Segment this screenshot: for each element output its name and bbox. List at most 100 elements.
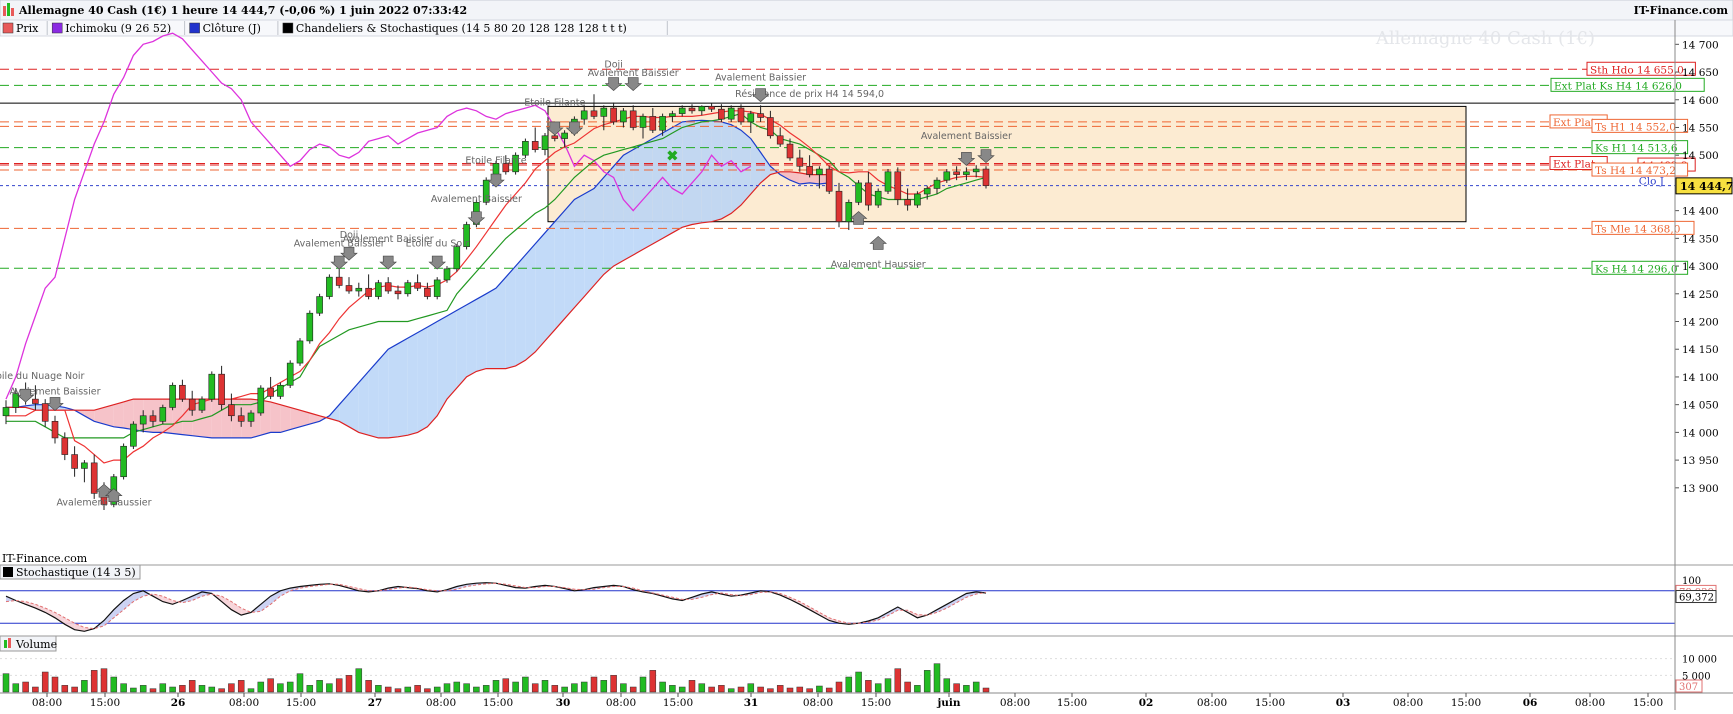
candle-body[interactable] bbox=[698, 106, 706, 112]
candle-body[interactable] bbox=[963, 171, 970, 175]
candle-body[interactable] bbox=[610, 107, 617, 123]
candle-body[interactable] bbox=[198, 398, 206, 411]
candle-body[interactable] bbox=[2, 407, 10, 417]
candle-body[interactable] bbox=[414, 282, 421, 289]
candle-body[interactable] bbox=[130, 423, 137, 447]
candle-body[interactable] bbox=[982, 168, 990, 186]
candle-body[interactable] bbox=[443, 268, 451, 281]
candle-body[interactable] bbox=[659, 116, 666, 131]
candle-body[interactable] bbox=[277, 384, 284, 397]
candle-body[interactable] bbox=[296, 340, 304, 364]
x-tick-label: 15:00 bbox=[286, 697, 316, 709]
candle-body[interactable] bbox=[208, 373, 216, 400]
candle-body[interactable] bbox=[580, 110, 588, 120]
candle-body[interactable] bbox=[688, 107, 696, 112]
candle-body[interactable] bbox=[541, 135, 549, 150]
candle-body[interactable] bbox=[914, 193, 921, 206]
candle-body[interactable] bbox=[953, 171, 960, 175]
candle-body[interactable] bbox=[855, 182, 862, 203]
candle-body[interactable] bbox=[767, 117, 774, 137]
candle-body[interactable] bbox=[149, 415, 157, 422]
candle-body[interactable] bbox=[620, 110, 627, 123]
candle-body[interactable] bbox=[629, 110, 637, 128]
candle-body[interactable] bbox=[384, 282, 392, 292]
candle-body[interactable] bbox=[345, 285, 353, 292]
candle-body[interactable] bbox=[747, 113, 755, 123]
candle-body[interactable] bbox=[825, 168, 833, 192]
candle-body[interactable] bbox=[90, 462, 98, 494]
candle-body[interactable] bbox=[757, 113, 764, 118]
volume-bar bbox=[757, 686, 764, 693]
candle-body[interactable] bbox=[884, 171, 892, 192]
candle-body[interactable] bbox=[561, 132, 568, 139]
candle-body[interactable] bbox=[355, 287, 363, 292]
candle-body[interactable] bbox=[375, 282, 382, 297]
candle-body[interactable] bbox=[669, 113, 676, 117]
candle-body[interactable] bbox=[51, 420, 59, 439]
candle-body[interactable] bbox=[522, 141, 529, 156]
candle-body[interactable] bbox=[228, 404, 235, 417]
candle-body[interactable] bbox=[179, 384, 186, 400]
candle-body[interactable] bbox=[776, 135, 784, 145]
candle-body[interactable] bbox=[835, 190, 843, 223]
candle-body[interactable] bbox=[894, 171, 902, 200]
candle-body[interactable] bbox=[727, 107, 735, 120]
chart-canvas[interactable]: Allemagne 40 Cash (1€) 1 heure 14 444,7 … bbox=[0, 0, 1733, 710]
candle-body[interactable] bbox=[708, 106, 715, 110]
candle-body[interactable] bbox=[32, 398, 39, 404]
candle-body[interactable] bbox=[433, 279, 441, 297]
candle-body[interactable] bbox=[394, 290, 402, 295]
candle-body[interactable] bbox=[806, 165, 813, 175]
candle-body[interactable] bbox=[737, 107, 745, 123]
volume-bar bbox=[198, 685, 206, 693]
candle-body[interactable] bbox=[81, 462, 88, 469]
candle-body[interactable] bbox=[120, 445, 127, 478]
candle-body[interactable] bbox=[188, 398, 196, 411]
candle-body[interactable] bbox=[453, 246, 461, 270]
candle-body[interactable] bbox=[326, 276, 333, 297]
candle-body[interactable] bbox=[678, 107, 686, 114]
candle-body[interactable] bbox=[865, 182, 872, 206]
x-tick-label: 30 bbox=[556, 697, 571, 709]
candle-body[interactable] bbox=[874, 190, 882, 206]
candle-body[interactable] bbox=[796, 157, 804, 167]
candle-body[interactable] bbox=[335, 276, 343, 286]
candle-body[interactable] bbox=[639, 116, 647, 128]
candle-body[interactable] bbox=[649, 116, 657, 131]
candle-body[interactable] bbox=[247, 412, 255, 422]
price-tick-label: 14 050 bbox=[1682, 400, 1719, 412]
candle-body[interactable] bbox=[786, 143, 794, 159]
candle-body[interactable] bbox=[71, 454, 78, 469]
candle-body[interactable] bbox=[306, 312, 314, 342]
candle-body[interactable] bbox=[267, 387, 274, 397]
pattern-annotation: Etoile du Soir bbox=[406, 239, 469, 250]
candle-body[interactable] bbox=[257, 387, 265, 414]
candle-body[interactable] bbox=[316, 296, 323, 314]
candle-body[interactable] bbox=[41, 403, 49, 422]
candle-body[interactable] bbox=[923, 188, 931, 195]
candle-body[interactable] bbox=[365, 287, 372, 297]
candle-body[interactable] bbox=[943, 171, 951, 181]
volume-bar bbox=[786, 687, 794, 693]
candle-body[interactable] bbox=[933, 179, 941, 189]
candle-body[interactable] bbox=[139, 415, 147, 425]
candle-body[interactable] bbox=[159, 407, 167, 422]
candle-body[interactable] bbox=[816, 168, 823, 175]
candle-body[interactable] bbox=[972, 168, 980, 173]
volume-bar bbox=[296, 673, 304, 693]
candle-body[interactable] bbox=[286, 362, 294, 386]
candle-body[interactable] bbox=[718, 108, 725, 120]
candle-body[interactable] bbox=[237, 415, 245, 422]
candle-body[interactable] bbox=[531, 141, 539, 150]
candle-body[interactable] bbox=[551, 135, 559, 139]
candle-body[interactable] bbox=[424, 287, 431, 297]
candle-body[interactable] bbox=[218, 373, 225, 405]
candle-body[interactable] bbox=[904, 199, 911, 206]
candle-body[interactable] bbox=[61, 437, 69, 455]
candle-body[interactable] bbox=[404, 282, 412, 295]
cloud-segment bbox=[535, 232, 545, 352]
candle-body[interactable] bbox=[845, 202, 853, 223]
candle-body[interactable] bbox=[169, 384, 176, 408]
candle-body[interactable] bbox=[590, 110, 598, 117]
candle-body[interactable] bbox=[600, 107, 608, 117]
